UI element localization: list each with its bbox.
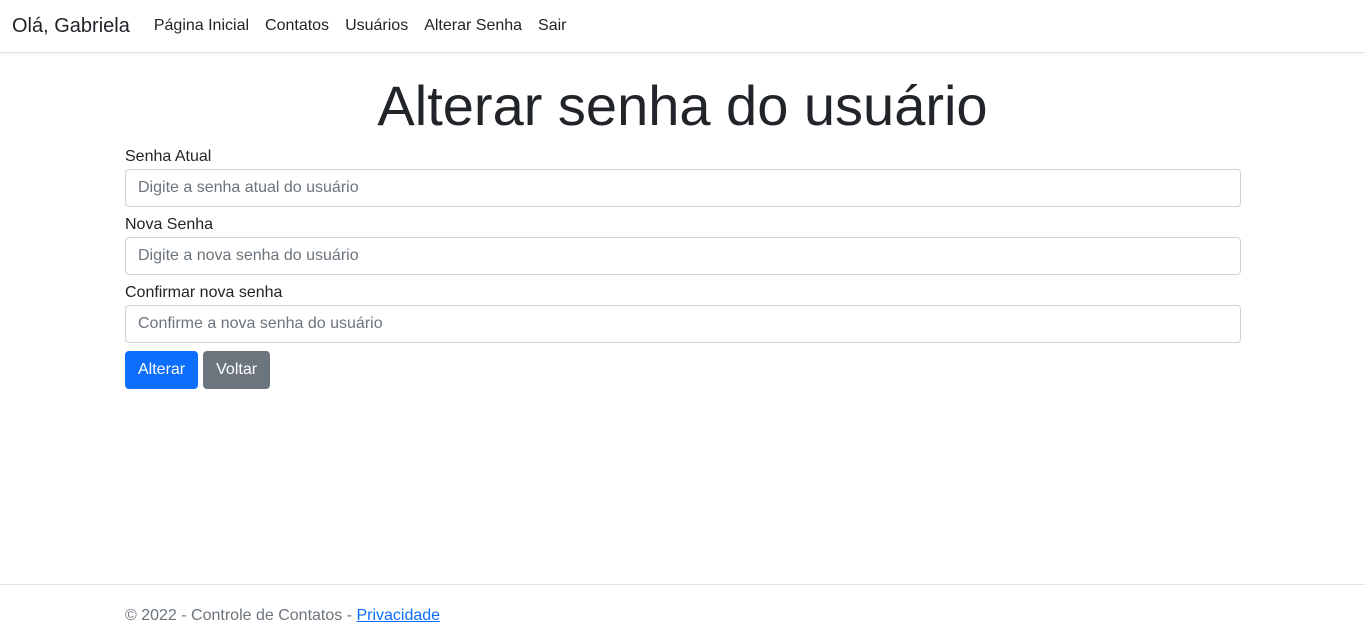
nav-link-pagina-inicial[interactable]: Página Inicial [154,17,249,35]
footer-text: © 2022 - Controle de Contatos - Privacid… [125,607,440,625]
confirm-password-group: Confirmar nova senha [125,283,1241,343]
new-password-group: Nova Senha [125,215,1241,275]
footer-copyright: © 2022 - Controle de Contatos - [125,607,357,624]
nav-link-usuarios[interactable]: Usuários [345,17,408,35]
nav-links: Página Inicial Contatos Usuários Alterar… [154,17,583,35]
footer: © 2022 - Controle de Contatos - Privacid… [0,584,1365,644]
privacy-link[interactable]: Privacidade [356,607,440,624]
nav-link-sair[interactable]: Sair [538,17,566,35]
current-password-label: Senha Atual [125,148,212,165]
current-password-group: Senha Atual [125,147,1241,207]
confirm-password-label: Confirmar nova senha [125,284,283,301]
current-password-input[interactable] [125,169,1241,207]
new-password-label: Nova Senha [125,216,214,233]
confirm-password-input[interactable] [125,305,1241,343]
change-password-form: Senha Atual Nova Senha Confirmar nova se… [125,147,1241,389]
alterar-button[interactable]: Alterar [125,351,199,389]
page-title: Alterar senha do usuário [377,74,988,137]
nav-link-contatos[interactable]: Contatos [265,17,329,35]
new-password-input[interactable] [125,237,1241,275]
navbar: Olá, Gabriela Página Inicial Contatos Us… [0,0,1365,53]
form-buttons: Alterar Voltar [125,351,1241,389]
voltar-button[interactable]: Voltar [203,351,271,389]
navbar-brand[interactable]: Olá, Gabriela [12,15,130,38]
nav-link-alterar-senha[interactable]: Alterar Senha [424,17,522,35]
